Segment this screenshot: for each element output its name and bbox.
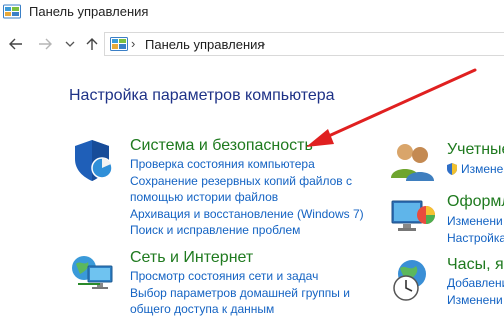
annotation-arrow xyxy=(306,68,477,147)
